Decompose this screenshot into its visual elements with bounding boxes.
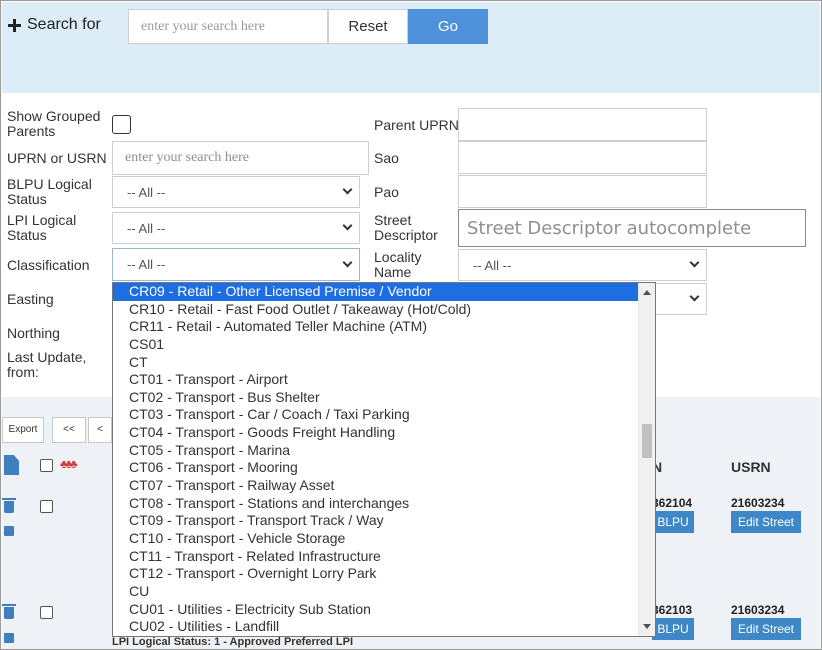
chevron-down-icon (342, 220, 353, 231)
classification-dropdown-list[interactable]: CR09 - Retail - Other Licensed Premise /… (112, 282, 656, 637)
blpu-button[interactable]: BLPU (652, 511, 694, 533)
search-band: Search for Reset Go (2, 2, 820, 93)
classification-select[interactable]: -- All -- (112, 248, 360, 281)
uprn-value: 362103 (652, 603, 693, 617)
blpu-button[interactable]: BLPU (652, 618, 694, 640)
pao-input[interactable] (458, 175, 707, 208)
uprn-usrn-input[interactable] (112, 141, 369, 175)
copy-icon[interactable] (4, 633, 14, 643)
locality-name-label: Locality Name (374, 249, 422, 280)
classification-option[interactable]: CT (113, 354, 655, 372)
app-frame: Search for Reset Go Show Grouped Parents… (0, 0, 822, 650)
northing-label: Northing (7, 325, 60, 341)
classification-option[interactable]: CT12 - Transport - Overnight Lorry Park (113, 565, 655, 583)
edit-street-button[interactable]: Edit Street (731, 511, 801, 533)
lpi-logical-status-select[interactable]: -- All -- (112, 212, 360, 244)
prev-page-button[interactable]: < (88, 417, 112, 443)
lpi-logical-status-value: -- All -- (127, 220, 166, 236)
dropdown-scrollbar[interactable] (638, 283, 655, 636)
classification-option[interactable]: CT06 - Transport - Mooring (113, 459, 655, 477)
scroll-down-icon[interactable] (643, 624, 651, 629)
sao-input[interactable] (458, 141, 707, 174)
classification-option[interactable]: CT02 - Transport - Bus Shelter (113, 389, 655, 407)
classification-option[interactable]: CT11 - Transport - Related Infrastructur… (113, 548, 655, 566)
classification-option[interactable]: CT07 - Transport - Railway Asset (113, 477, 655, 495)
select-all-checkbox[interactable] (40, 459, 53, 472)
uprn-usrn-label: UPRN or USRN (7, 150, 107, 166)
chevron-down-icon (689, 257, 700, 268)
classification-value: -- All -- (127, 257, 166, 272)
locality-name-value: -- All -- (473, 257, 512, 273)
last-update-from-label: Last Update, from: (7, 349, 87, 380)
chevron-down-icon (342, 257, 353, 267)
uprn-value: 362104 (652, 496, 693, 510)
lpi-status-text: LPI Logical Status: 1 - Approved Preferr… (112, 636, 354, 648)
scroll-thumb[interactable] (642, 424, 652, 458)
classification-option[interactable]: CR10 - Retail - Fast Food Outlet / Takea… (113, 301, 655, 319)
search-toggle[interactable]: Search for (8, 16, 101, 34)
row-checkbox[interactable] (40, 500, 53, 513)
classification-option[interactable]: CT05 - Transport - Marina (113, 442, 655, 460)
group-icon: ♣♣♣ (60, 457, 78, 471)
sao-label: Sao (374, 150, 399, 166)
file-icon (4, 455, 19, 475)
edit-street-button[interactable]: Edit Street (731, 618, 801, 640)
classification-option[interactable]: CT01 - Transport - Airport (113, 371, 655, 389)
easting-label: Easting (7, 291, 54, 307)
scroll-up-icon[interactable] (643, 290, 651, 295)
show-grouped-parents-checkbox[interactable] (112, 115, 131, 134)
plus-icon (8, 18, 21, 32)
top-search-input[interactable] (128, 9, 328, 44)
street-descriptor-label: Street Descriptor (374, 212, 438, 243)
go-button[interactable]: Go (408, 9, 488, 44)
usrn-value: 21603234 (731, 603, 785, 617)
classification-option[interactable]: CU02 - Utilities - Landfill (113, 618, 655, 636)
blpu-logical-status-select[interactable]: -- All -- (112, 176, 360, 208)
trash-icon[interactable] (2, 498, 16, 513)
classification-option[interactable]: CU01 - Utilities - Electricity Sub Stati… (113, 601, 655, 619)
classification-option[interactable]: CT08 - Transport - Stations and intercha… (113, 495, 655, 513)
classification-option[interactable]: CT03 - Transport - Car / Coach / Taxi Pa… (113, 406, 655, 424)
classification-label: Classification (7, 257, 90, 273)
export-button[interactable]: Export (2, 417, 44, 443)
classification-option[interactable]: CT10 - Transport - Vehicle Storage (113, 530, 655, 548)
blpu-logical-status-label: BLPU Logical Status (7, 176, 92, 207)
copy-icon[interactable] (4, 526, 14, 536)
classification-option[interactable]: CR11 - Retail - Automated Teller Machine… (113, 318, 655, 336)
reset-button[interactable]: Reset (328, 9, 408, 44)
parent-uprn-input[interactable] (458, 108, 707, 141)
usrn-value: 21603234 (731, 496, 785, 510)
classification-option[interactable]: CS01 (113, 336, 655, 354)
classification-option[interactable]: CU (113, 583, 655, 601)
column-header-usrn: USRN (731, 459, 771, 475)
classification-option[interactable]: CT09 - Transport - Transport Track / Way (113, 512, 655, 530)
show-grouped-parents-label: Show Grouped Parents (7, 108, 101, 139)
blpu-logical-status-value: -- All -- (127, 184, 166, 200)
classification-option[interactable]: CR09 - Retail - Other Licensed Premise /… (113, 283, 655, 301)
first-page-button[interactable]: << (52, 417, 86, 443)
street-descriptor-input[interactable] (458, 209, 806, 247)
lpi-logical-status-label: LPI Logical Status (7, 212, 77, 243)
row-checkbox[interactable] (40, 606, 53, 619)
locality-name-select[interactable]: -- All -- (458, 249, 707, 281)
pao-label: Pao (374, 184, 399, 200)
search-label: Search for (27, 16, 101, 33)
parent-uprn-label: Parent UPRN (374, 117, 459, 133)
option-list: CR09 - Retail - Other Licensed Premise /… (113, 283, 655, 636)
classification-option[interactable]: CT04 - Transport - Goods Freight Handlin… (113, 424, 655, 442)
trash-icon[interactable] (2, 604, 16, 619)
chevron-down-icon (689, 291, 700, 302)
chevron-down-icon (342, 184, 353, 195)
